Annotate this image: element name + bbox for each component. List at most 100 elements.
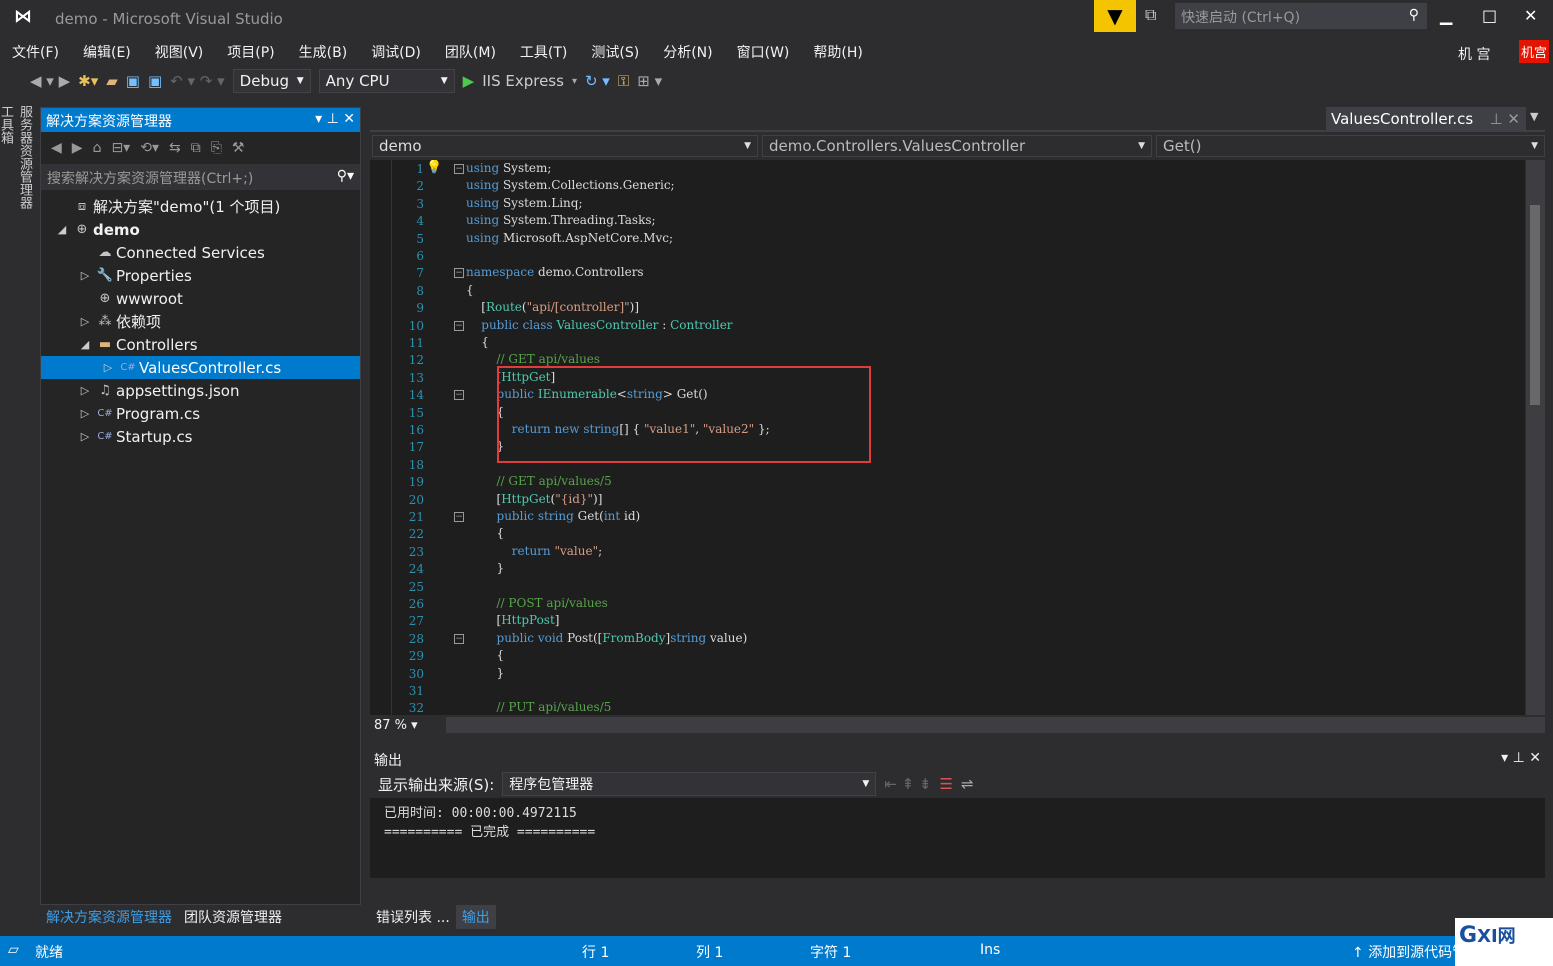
code-token: System.Linq; [499,195,583,210]
menu-item[interactable]: 视图(V) [143,38,216,66]
back-icon[interactable]: ◀ [51,140,62,156]
menu-item[interactable]: 帮助(H) [801,38,874,66]
config-select[interactable]: Debug ▼ [232,69,311,93]
menu-item[interactable]: 分析(N) [651,38,724,66]
minimize-button[interactable]: ▁ [1440,6,1452,25]
tab-values-controller[interactable]: ValuesController.cs ⊥ ✕ [1326,107,1526,131]
lightbulb-icon[interactable]: 💡 [426,160,442,175]
quick-launch-input[interactable]: 快速启动 (Ctrl+Q) ⚲ [1175,3,1427,29]
tree-item[interactable]: ▷ 🔧 Properties [41,264,360,287]
open-file-icon[interactable]: ▰ [106,72,118,90]
expand-arrow-icon[interactable]: ▷ [76,384,94,397]
menu-item[interactable]: 生成(B) [287,38,360,66]
panel-controls[interactable]: ▾ ⊥ ✕ [1501,750,1541,768]
member-nav-select[interactable]: Get() ▼ [1156,135,1545,157]
run-button[interactable]: IIS Express [482,72,564,90]
tree-item[interactable]: ▷ C# Startup.cs [41,425,360,448]
menu-item[interactable]: 项目(P) [215,38,286,66]
notifications-icon[interactable]: ⧉ [1145,5,1156,25]
menu-item[interactable]: 团队(M) [433,38,508,66]
editor-vertical-scrollbar[interactable] [1526,160,1545,715]
output-bottom-tabs: 错误列表 ... 输出 [370,905,496,929]
expand-arrow-icon[interactable]: ▷ [99,361,117,374]
feedback-filter-icon[interactable]: ▼ [1094,0,1136,32]
platform-select[interactable]: Any CPU ▼ [318,69,455,93]
expand-arrow-icon[interactable]: ▷ [76,269,94,282]
tab-team-explorer[interactable]: 团队资源管理器 [178,905,288,929]
maximize-button[interactable]: □ [1482,6,1497,25]
output-source-select[interactable]: 程序包管理器 ▼ [502,772,877,796]
menu-item[interactable]: 测试(S) [579,38,651,66]
menu-item[interactable]: 窗口(W) [725,38,802,66]
menu-item[interactable]: 工具(T) [508,38,579,66]
zoom-select[interactable]: 87 % ▾ [370,717,446,733]
editor-horizontal-scrollbar[interactable] [446,717,1545,733]
properties-icon[interactable]: ⚒ [232,140,245,156]
user-avatar[interactable]: 机宫 [1519,40,1550,63]
tab-solution-explorer[interactable]: 解决方案资源管理器 [40,905,178,929]
code-line: using System.Linq; [466,196,583,210]
run-icon[interactable]: ▶ [463,72,475,90]
back-icon[interactable]: ◀ ▾ ▶ [30,72,70,90]
save-all-icon[interactable]: ▣ [148,72,162,90]
find-message-icon[interactable]: ⇤ ⇞ ⇟ [884,775,931,793]
solution-bottom-tabs: 解决方案资源管理器 团队资源管理器 [40,905,288,929]
expand-arrow-icon[interactable]: ◢ [76,338,94,351]
collapse-icon[interactable]: ⧉ [191,140,201,156]
word-wrap-icon[interactable]: ⇌ [961,775,974,793]
fold-toggle-icon[interactable]: − [454,320,464,331]
fold-toggle-icon[interactable]: − [454,390,464,401]
layout-icon[interactable]: ⊞ ▾ [637,72,662,90]
close-button[interactable]: ✕ [1524,6,1537,25]
find-icon[interactable]: ⚿ [618,72,629,90]
new-project-icon[interactable]: ✱▾ [78,72,98,90]
home-icon[interactable]: ⌂ [93,140,102,156]
tab-overflow-icon[interactable]: ▼ [1530,110,1538,123]
clear-all-icon[interactable]: ☰ [940,775,953,793]
user-account[interactable]: 机 宫 [1458,44,1490,64]
server-explorer-tab[interactable]: 服务器资源管理器 [15,105,34,209]
refresh-icon[interactable]: ↻ ▾ [585,72,610,90]
history-icon[interactable]: ⟲▾ [140,140,159,156]
tree-item[interactable]: ◢ ⊕ demo [41,218,360,241]
tree-item-label: Startup.cs [116,427,193,446]
undo-icon[interactable]: ↶ ▾ ↷ ▾ [170,72,225,90]
solution-search-input[interactable]: 搜索解决方案资源管理器(Ctrl+;) ⚲▾ [41,164,360,190]
show-all-icon[interactable]: ⎘ [211,140,222,156]
tree-item[interactable]: ▷ ♫ appsettings.json [41,379,360,402]
expand-arrow-icon[interactable]: ◢ [53,223,71,236]
run-dropdown-icon[interactable]: ▾ [572,76,577,87]
tab-close-icon[interactable]: ⊥ ✕ [1490,110,1520,128]
sync-icon[interactable]: ⇆ [169,140,181,156]
tree-item[interactable]: ▷ C# ValuesController.cs [41,356,360,379]
toolbox-tab[interactable]: 工具箱 [0,105,13,144]
menu-item[interactable]: 文件(F) [0,38,71,66]
tree-item[interactable]: ◢ ▬ Controllers [41,333,360,356]
tree-item[interactable]: ⧈ 解决方案"demo"(1 个项目) [41,195,360,218]
fold-toggle-icon[interactable]: − [454,268,464,279]
code-token: public string [496,509,574,523]
fold-toggle-icon[interactable]: − [454,633,464,644]
tree-item[interactable]: ⊕ wwwroot [41,287,360,310]
save-icon[interactable]: ▣ [126,72,140,90]
expand-arrow-icon[interactable]: ▷ [76,407,94,420]
expand-arrow-icon[interactable]: ▷ [76,315,94,328]
forward-icon[interactable]: ▶ [72,140,83,156]
expand-arrow-icon[interactable]: ▷ [76,430,94,443]
project-nav-select[interactable]: demo ▼ [372,135,758,157]
code-line: using System; [466,161,551,175]
fold-toggle-icon[interactable]: − [454,164,464,174]
menu-item[interactable]: 编辑(E) [71,38,143,66]
tree-item[interactable]: ☁ Connected Services [41,241,360,264]
switch-view-icon[interactable]: ⊟▾ [111,140,130,156]
tree-item[interactable]: ▷ ⁂ 依赖项 [41,310,360,333]
panel-controls[interactable]: ▾ ⊥ ✕ [315,111,355,129]
menu-item[interactable]: 调试(D) [359,38,433,66]
tab-output[interactable]: 输出 [455,905,496,929]
tab-error-list[interactable]: 错误列表 ... [370,905,456,929]
tree-item[interactable]: ▷ C# Program.cs [41,402,360,425]
line-number: 31 [408,684,424,698]
fold-toggle-icon[interactable]: − [454,512,464,522]
type-nav-select[interactable]: demo.Controllers.ValuesController ▼ [762,135,1152,157]
